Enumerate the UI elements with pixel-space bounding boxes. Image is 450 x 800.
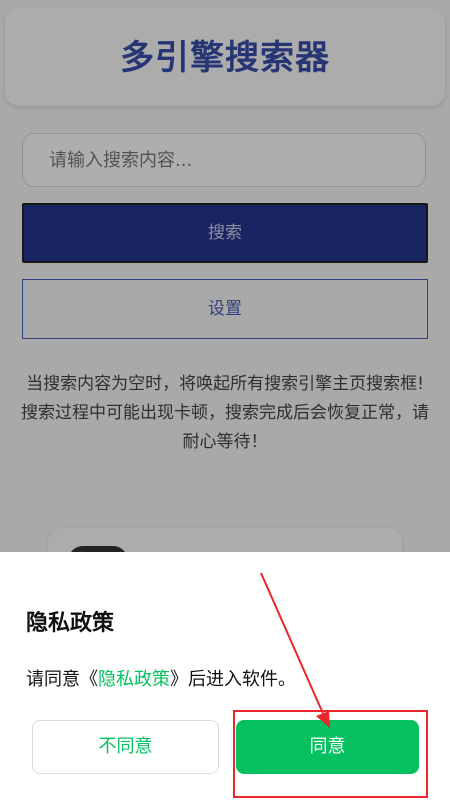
annotation-arrow	[260, 572, 330, 728]
